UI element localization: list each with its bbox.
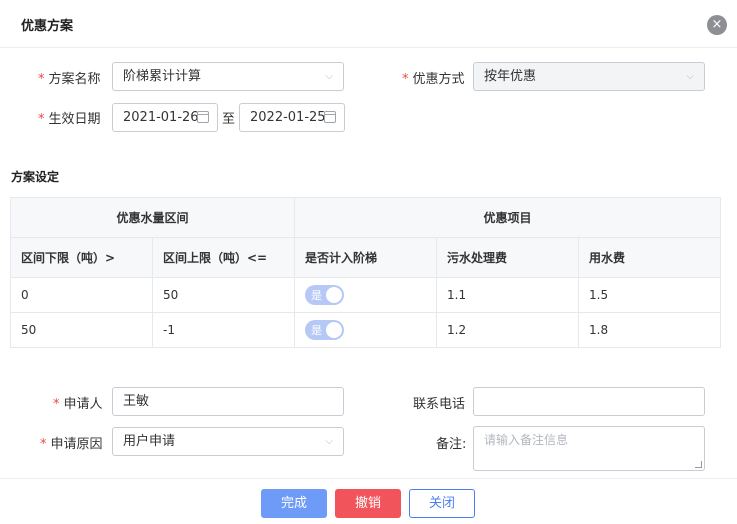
table-row: 50 -1 是 1.2 1.8 [10, 312, 721, 348]
reason-label-text: 申请原因 [50, 437, 103, 452]
scheme-name-label-text: 方案名称 [48, 72, 101, 87]
remark-placeholder: 请输入备注信息 [484, 433, 569, 447]
dialog-header: 优惠方案 × [0, 0, 737, 48]
settings-table: 优惠水量区间 优惠项目 区间下限（吨）> 区间上限（吨）<= 是否计入阶梯 污水… [10, 197, 721, 348]
reason-label: * 申请原因 [40, 437, 103, 452]
calendar-icon [324, 111, 336, 123]
cell-sewage: 1.2 [436, 312, 579, 348]
table-row: 0 50 是 1.1 1.5 [10, 277, 721, 313]
cell-lower: 0 [10, 277, 153, 313]
cell-sewage: 1.1 [436, 277, 579, 313]
cell-tier: 是 [294, 277, 437, 313]
toggle-label: 是 [311, 289, 322, 302]
reason-value: 用户申请 [123, 434, 176, 449]
phone-label: 联系电话 [413, 397, 466, 412]
end-date-value: 2022-01-25 [250, 110, 326, 125]
toggle-knob [326, 287, 342, 303]
scheme-name-select[interactable]: 阶梯累计计算 ⌵ [112, 62, 344, 91]
calendar-icon [197, 111, 209, 123]
start-date-value: 2021-01-26 [123, 110, 199, 125]
discount-method-label-text: 优惠方式 [412, 72, 465, 87]
scheme-name-value: 阶梯累计计算 [123, 69, 202, 84]
col-water: 用水费 [578, 237, 721, 278]
col-tier: 是否计入阶梯 [294, 237, 437, 278]
discount-method-select[interactable]: 按年优惠 ⌵ [473, 62, 705, 91]
revoke-button[interactable]: 撤销 [335, 489, 401, 518]
cell-upper: -1 [152, 312, 295, 348]
col-upper: 区间上限（吨）<= [152, 237, 295, 278]
start-date-input[interactable]: 2021-01-26 [112, 103, 218, 132]
dialog-footer: 完成 撤销 关闭 [0, 478, 737, 524]
close-icon[interactable]: × [707, 15, 727, 35]
effective-date-label-text: 生效日期 [48, 112, 101, 127]
group-header-range: 优惠水量区间 [10, 197, 295, 238]
reason-select[interactable]: 用户申请 ⌵ [112, 427, 344, 456]
toggle-knob [326, 322, 342, 338]
cell-tier: 是 [294, 312, 437, 348]
chevron-down-icon: ⌵ [325, 436, 333, 447]
phone-input[interactable] [473, 387, 705, 416]
discount-method-value: 按年优惠 [484, 69, 537, 84]
applicant-input[interactable]: 王敏 [112, 387, 344, 416]
chevron-down-icon: ⌵ [686, 71, 694, 82]
col-sewage: 污水处理费 [436, 237, 579, 278]
tier-toggle[interactable]: 是 [305, 320, 344, 340]
applicant-label-text: 申请人 [63, 397, 103, 412]
close-button[interactable]: 关闭 [409, 489, 475, 518]
discount-method-label: * 优惠方式 [402, 72, 465, 87]
date-separator: 至 [222, 112, 236, 127]
toggle-label: 是 [311, 324, 322, 337]
scheme-name-label: * 方案名称 [38, 72, 101, 87]
resize-handle-icon[interactable] [695, 461, 702, 468]
remark-textarea[interactable]: 请输入备注信息 [473, 426, 705, 471]
cell-water: 1.8 [578, 312, 721, 348]
settings-title: 方案设定 [11, 170, 60, 184]
applicant-value: 王敏 [123, 394, 150, 409]
cell-upper: 50 [152, 277, 295, 313]
remark-label: 备注: [436, 437, 467, 452]
group-header-items: 优惠项目 [294, 197, 721, 238]
col-lower: 区间下限（吨）> [10, 237, 153, 278]
dialog-title: 优惠方案 [21, 19, 74, 34]
cell-water: 1.5 [578, 277, 721, 313]
effective-date-label: * 生效日期 [38, 112, 101, 127]
cell-lower: 50 [10, 312, 153, 348]
tier-toggle[interactable]: 是 [305, 285, 344, 305]
done-button[interactable]: 完成 [261, 489, 327, 518]
end-date-input[interactable]: 2022-01-25 [239, 103, 345, 132]
chevron-down-icon: ⌵ [325, 71, 333, 82]
applicant-label: * 申请人 [53, 397, 103, 412]
